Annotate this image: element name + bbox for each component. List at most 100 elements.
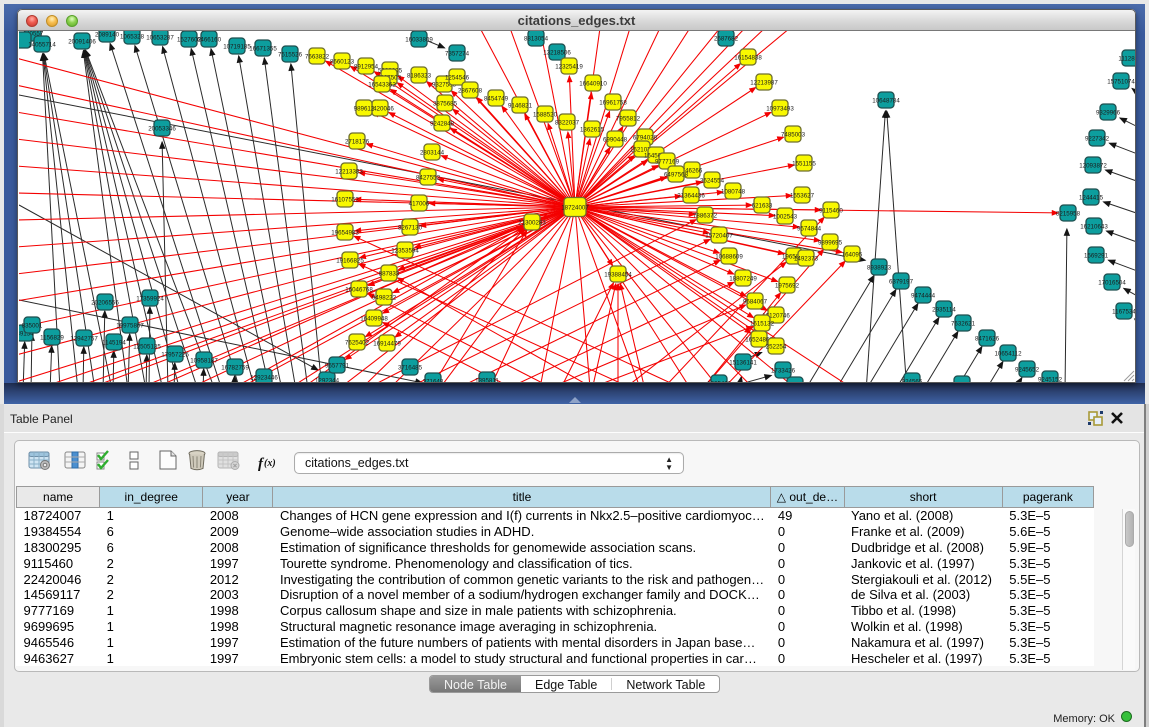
svg-text:8660123: 8660123 (330, 59, 355, 66)
svg-text:18807249: 18807249 (729, 276, 757, 283)
svg-text:21364436: 21364436 (677, 193, 705, 200)
svg-text:9657791: 9657791 (325, 363, 350, 370)
svg-text:10654112: 10654112 (994, 351, 1022, 358)
svg-text:6990448: 6990448 (603, 137, 628, 144)
svg-text:6497568: 6497568 (664, 172, 689, 179)
svg-text:1569291: 1569291 (1084, 253, 1109, 260)
svg-text:12213987: 12213987 (750, 80, 778, 87)
svg-text:8938923: 8938923 (867, 265, 892, 272)
svg-text:15720407: 15720407 (705, 233, 733, 240)
svg-text:8454749: 8454749 (484, 96, 509, 103)
svg-text:16154838: 16154838 (734, 55, 762, 62)
svg-text:17359924: 17359924 (136, 296, 164, 303)
svg-text:9899695: 9899695 (818, 240, 843, 247)
svg-text:1588520: 1588520 (533, 112, 558, 119)
svg-text:7886372: 7886372 (693, 213, 718, 220)
svg-text:2089140: 2089140 (95, 32, 120, 39)
svg-text:16033809: 16033809 (405, 37, 433, 44)
svg-text:1080748: 1080748 (721, 189, 746, 196)
svg-text:8813054: 8813054 (524, 36, 549, 43)
svg-text:9146821: 9146821 (508, 103, 533, 110)
svg-text:19654983: 19654983 (331, 230, 359, 237)
svg-text:20091406: 20091406 (68, 39, 96, 46)
svg-text:989612: 989612 (354, 106, 375, 113)
svg-text:2687682: 2687682 (714, 36, 739, 43)
svg-text:6379197: 6379197 (889, 279, 914, 286)
svg-text:9474444: 9474444 (911, 293, 936, 300)
svg-text:2718176: 2718176 (345, 139, 370, 146)
svg-text:12213383: 12213383 (335, 169, 363, 176)
svg-text:9574844: 9574844 (797, 226, 822, 233)
svg-text:12325419: 12325419 (555, 64, 583, 71)
svg-text:3624554: 3624554 (700, 178, 725, 185)
svg-text:12093872: 12093872 (1079, 163, 1107, 170)
svg-text:16543362: 16543362 (368, 82, 396, 89)
svg-text:1615132: 1615132 (750, 321, 775, 328)
svg-text:1553627: 1553627 (790, 193, 815, 200)
svg-text:928565: 928565 (952, 382, 973, 383)
svg-text:9245152: 9245152 (1038, 377, 1063, 383)
svg-text:2803144: 2803144 (420, 150, 445, 157)
svg-text:18724007: 18724007 (561, 205, 589, 212)
svg-text:9245652: 9245652 (1015, 367, 1040, 374)
svg-text:1244415: 1244415 (1079, 195, 1104, 202)
svg-text:1362615: 1362615 (580, 127, 605, 134)
svg-text:16961758: 16961758 (599, 100, 627, 107)
svg-text:20206556: 20206556 (91, 300, 119, 307)
svg-text:19975867: 19975867 (116, 323, 144, 330)
svg-text:12923446: 12923446 (250, 375, 278, 382)
svg-text:1065328: 1065328 (120, 34, 145, 41)
svg-text:3716485: 3716485 (398, 365, 423, 372)
svg-text:2935114: 2935114 (932, 307, 956, 314)
svg-text:10719185: 10719185 (223, 44, 251, 51)
svg-text:9227342: 9227342 (1085, 136, 1110, 143)
svg-text:12505135: 12505135 (133, 344, 161, 351)
svg-text:7663822: 7663822 (305, 54, 330, 61)
svg-text:9115460: 9115460 (819, 208, 843, 215)
svg-text:7632621: 7632621 (951, 321, 976, 328)
svg-text:7357274: 7357274 (445, 51, 470, 58)
svg-text:9329966: 9329966 (1096, 110, 1121, 117)
svg-text:8322037: 8322037 (555, 120, 580, 127)
svg-text:8471626: 8471626 (975, 336, 1000, 343)
svg-text:1733426: 1733426 (771, 368, 796, 375)
svg-text:2867608: 2867608 (458, 88, 483, 95)
svg-text:17016504: 17016504 (1098, 280, 1126, 287)
svg-text:7955812: 7955812 (616, 116, 641, 123)
svg-text:8912954: 8912954 (354, 64, 379, 71)
svg-text:1254546: 1254546 (445, 75, 470, 82)
svg-text:3875685: 3875685 (433, 101, 458, 108)
svg-text:835001: 835001 (22, 323, 43, 330)
svg-text:16671355: 16671355 (249, 46, 277, 53)
svg-text:21300283: 21300283 (518, 220, 546, 227)
svg-text:1065411: 1065411 (707, 381, 731, 383)
svg-text:19388454: 19388454 (604, 272, 632, 279)
svg-text:1145194: 1145194 (102, 340, 126, 347)
svg-text:16409948: 16409948 (360, 316, 388, 323)
svg-text:10958187: 10958187 (190, 358, 218, 365)
svg-text:1112834: 1112834 (1118, 56, 1135, 63)
svg-text:7515526: 7515526 (278, 52, 303, 59)
svg-text:12942757: 12942757 (70, 336, 98, 343)
svg-text:9777169: 9777169 (655, 159, 680, 166)
svg-text:164095: 164095 (842, 252, 863, 259)
svg-text:6466160: 6466160 (197, 37, 222, 44)
svg-text:621633: 621633 (752, 203, 773, 210)
svg-text:1002543: 1002543 (773, 214, 798, 221)
svg-text:8427552: 8427552 (416, 175, 441, 182)
svg-text:16914479: 16914479 (373, 341, 401, 348)
svg-text:16107552: 16107552 (331, 197, 359, 204)
svg-text:371648: 371648 (423, 379, 444, 383)
svg-text:7485003: 7485003 (781, 132, 806, 139)
svg-text:15751074: 15751074 (1107, 79, 1135, 86)
svg-text:10648784: 10648784 (872, 98, 900, 105)
svg-text:1395811: 1395811 (475, 378, 499, 383)
svg-text:17957225: 17957225 (161, 352, 189, 359)
svg-text:10653287: 10653287 (146, 35, 174, 42)
svg-text:16640910: 16640910 (579, 81, 607, 88)
svg-text:9684067: 9684067 (743, 299, 768, 306)
svg-text:19166825: 19166825 (336, 258, 364, 265)
svg-text:13218506: 13218506 (543, 50, 571, 57)
svg-text:16046768: 16046768 (345, 287, 373, 294)
svg-text:8215958: 8215958 (1056, 211, 1081, 218)
